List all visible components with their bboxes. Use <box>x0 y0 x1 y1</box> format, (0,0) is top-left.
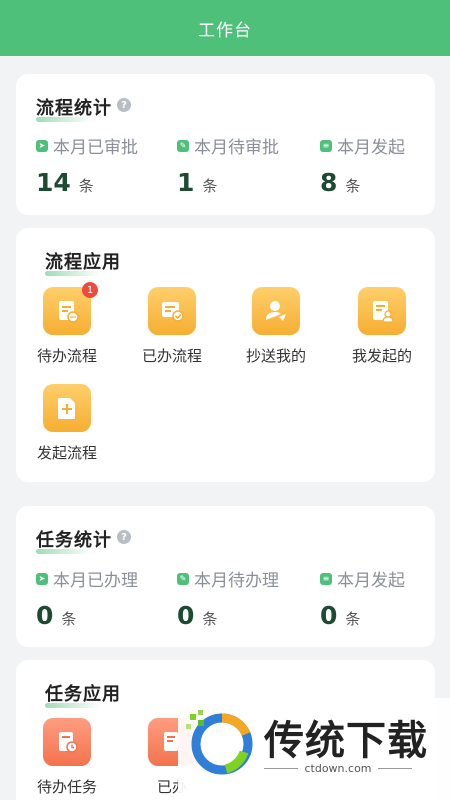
pending-doc-icon: 1 <box>43 282 98 335</box>
new-doc-icon <box>43 384 91 432</box>
stat-value: 0 <box>320 601 338 630</box>
stat-approved: ➤ 本月已审批 14 条 <box>36 133 176 197</box>
task-apps-title: 任务应用 <box>45 680 121 708</box>
watermark: 传统下载 ctdown.com <box>178 698 450 800</box>
stat-initiated: ≡ 本月发起 8条 <box>320 133 450 197</box>
stat-label: 本月待办理 <box>194 571 279 591</box>
notification-badge: 1 <box>82 282 98 298</box>
stat-label: 本月发起 <box>337 138 405 158</box>
task-stats-title: 任务统计 <box>36 526 112 554</box>
app-my-initiated[interactable]: 我发起的 <box>332 287 432 366</box>
stat-task-initiated: ≡ 本月发起 0条 <box>320 566 450 630</box>
help-icon[interactable]: ? <box>117 530 131 544</box>
stat-label: 本月已办理 <box>53 571 138 591</box>
list-icon: ≡ <box>320 572 332 585</box>
cc-user-icon <box>252 287 300 335</box>
stat-to-handle: ✎ 本月待办理 0条 <box>177 566 317 630</box>
stat-label: 本月发起 <box>337 571 405 591</box>
watermark-brand: 传统下载 <box>264 718 428 764</box>
pending-task-icon <box>43 718 91 766</box>
process-stats-title: 流程统计 <box>36 94 112 122</box>
stat-value: 0 <box>177 601 195 630</box>
stat-unit: 条 <box>345 177 361 195</box>
process-stats-card: 流程统计 ? ➤ 本月已审批 14 条 ✎ 本月待审批 1条 ≡ 本月发起 8条 <box>16 74 435 215</box>
stat-value: 8 <box>320 168 338 197</box>
app-label: 我发起的 <box>351 347 412 365</box>
app-label: 待办流程 <box>36 347 97 365</box>
done-doc-icon <box>148 287 196 335</box>
stat-unit: 条 <box>345 610 361 628</box>
top-bar: 工作台 <box>0 0 450 56</box>
app-done-process[interactable]: 已办流程 <box>122 287 222 366</box>
stat-handled: ➤ 本月已办理 0条 <box>36 566 176 630</box>
pen-icon: ✎ <box>177 139 189 152</box>
stat-value: 1 <box>177 168 195 197</box>
app-cc-me[interactable]: 抄送我的 <box>226 287 326 366</box>
stat-value: 0 <box>36 601 54 630</box>
task-stats-card: 任务统计 ? ➤ 本月已办理 0条 ✎ 本月待办理 0条 ≡ 本月发起 0条 <box>16 506 435 647</box>
stat-label: 本月待审批 <box>194 138 279 158</box>
stat-unit: 条 <box>202 177 218 195</box>
stat-pending: ✎ 本月待审批 1条 <box>177 133 317 197</box>
help-icon[interactable]: ? <box>117 98 131 112</box>
stat-unit: 条 <box>61 610 77 628</box>
watermark-logo-icon <box>186 710 253 775</box>
send-icon: ➤ <box>36 572 48 585</box>
app-pending-task[interactable]: 待办任务 <box>17 718 117 797</box>
app-label: 已办流程 <box>141 347 202 365</box>
send-icon: ➤ <box>36 139 48 152</box>
pen-icon: ✎ <box>177 572 189 585</box>
app-start-process[interactable]: 发起流程 <box>17 384 117 463</box>
stat-unit: 条 <box>202 610 218 628</box>
app-pending-process[interactable]: 1 待办流程 <box>17 282 117 366</box>
stat-label: 本月已审批 <box>53 138 138 158</box>
page-title: 工作台 <box>198 20 252 41</box>
stat-unit: 条 <box>78 177 94 195</box>
app-label: 待办任务 <box>36 778 97 796</box>
stat-value: 14 <box>36 168 71 197</box>
initiated-doc-icon <box>358 287 406 335</box>
process-apps-card: 流程应用 1 待办流程 已办流程 抄送我的 我发起的 发起流程 <box>16 228 435 482</box>
app-label: 发起流程 <box>36 444 97 462</box>
watermark-url: ctdown.com <box>264 762 412 775</box>
list-icon: ≡ <box>320 139 332 152</box>
app-label: 抄送我的 <box>245 347 306 365</box>
process-apps-title: 流程应用 <box>45 248 121 276</box>
